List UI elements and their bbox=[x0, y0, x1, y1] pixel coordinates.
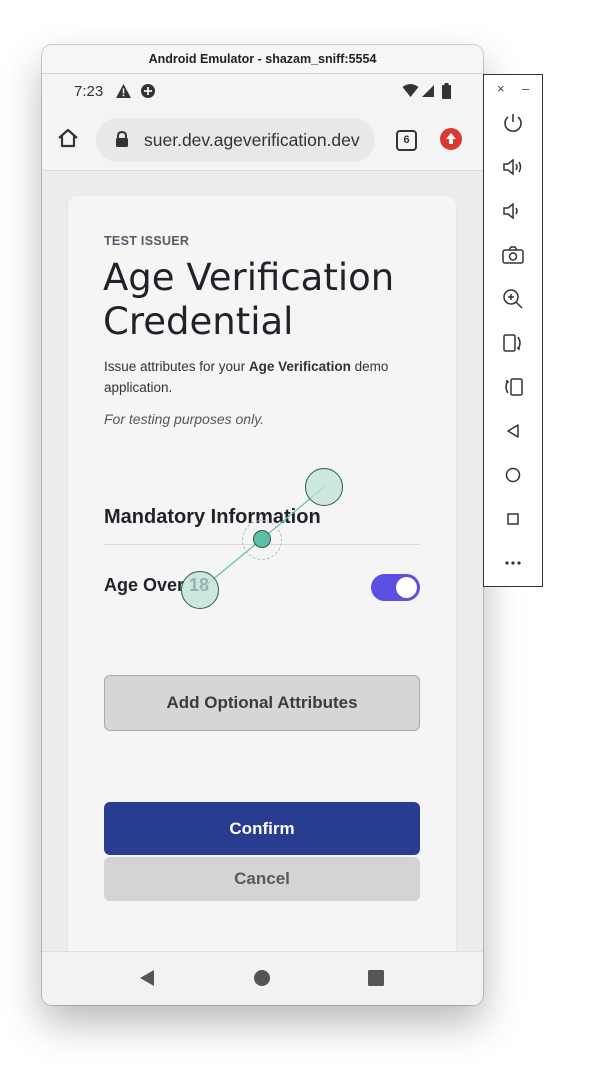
rotate-right-icon[interactable] bbox=[501, 375, 525, 399]
toolbar-window-controls: × – bbox=[484, 79, 542, 99]
back-icon[interactable] bbox=[501, 419, 525, 443]
overview-icon[interactable] bbox=[501, 507, 525, 531]
volume-up-icon[interactable] bbox=[501, 155, 525, 179]
power-icon[interactable] bbox=[501, 111, 525, 135]
minimize-icon[interactable]: – bbox=[522, 81, 529, 96]
close-icon[interactable]: × bbox=[497, 81, 505, 96]
rotate-left-icon[interactable] bbox=[501, 331, 525, 355]
touch-center bbox=[253, 530, 271, 548]
zoom-icon[interactable] bbox=[501, 287, 525, 311]
emulator-toolbar: × – bbox=[483, 74, 543, 587]
camera-icon[interactable] bbox=[501, 243, 525, 267]
home-icon[interactable] bbox=[501, 463, 525, 487]
touch-point-2 bbox=[181, 571, 219, 609]
volume-down-icon[interactable] bbox=[501, 199, 525, 223]
more-icon[interactable] bbox=[501, 551, 525, 575]
touch-point-1 bbox=[305, 468, 343, 506]
